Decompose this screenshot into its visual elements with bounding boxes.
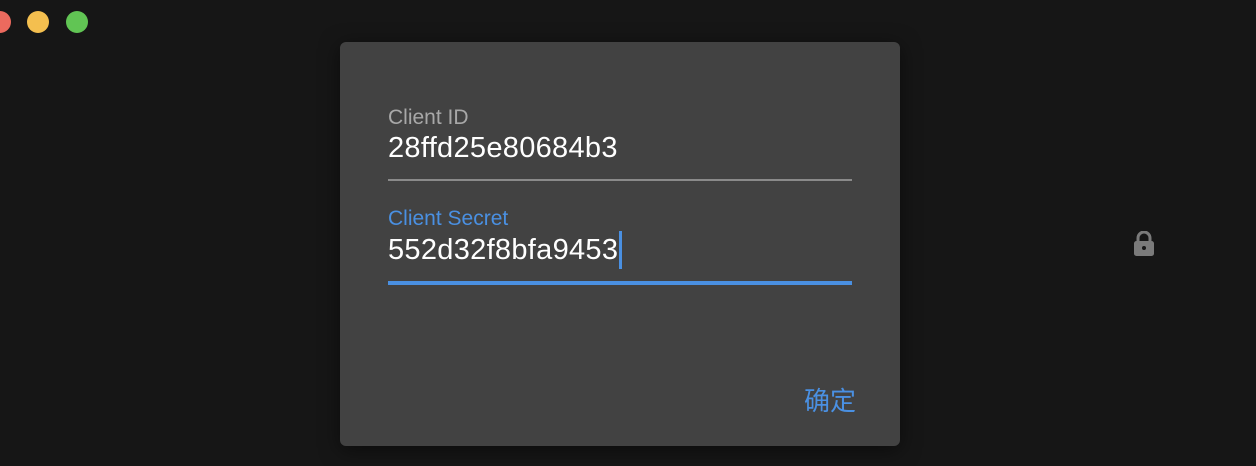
lock-icon [1134,231,1154,256]
confirm-button[interactable]: 确定 [804,381,856,418]
client-id-underline [388,179,852,181]
client-id-field[interactable]: Client ID 28ffd25e80684b3 [388,106,852,181]
client-secret-label: Client Secret [388,207,509,230]
client-secret-input[interactable]: 552d32f8bfa9453 [388,232,618,268]
window-minimize-button[interactable] [27,11,49,33]
client-secret-underline [388,281,852,285]
client-id-input[interactable]: 28ffd25e80684b3 [388,130,618,166]
text-cursor [619,231,623,269]
window-close-button[interactable] [0,11,11,33]
credentials-dialog: Client ID 28ffd25e80684b3 Client Secret … [340,42,900,446]
client-id-label: Client ID [388,106,469,129]
window-zoom-button[interactable] [66,11,88,33]
client-secret-field[interactable]: Client Secret 552d32f8bfa9453 [388,207,852,285]
